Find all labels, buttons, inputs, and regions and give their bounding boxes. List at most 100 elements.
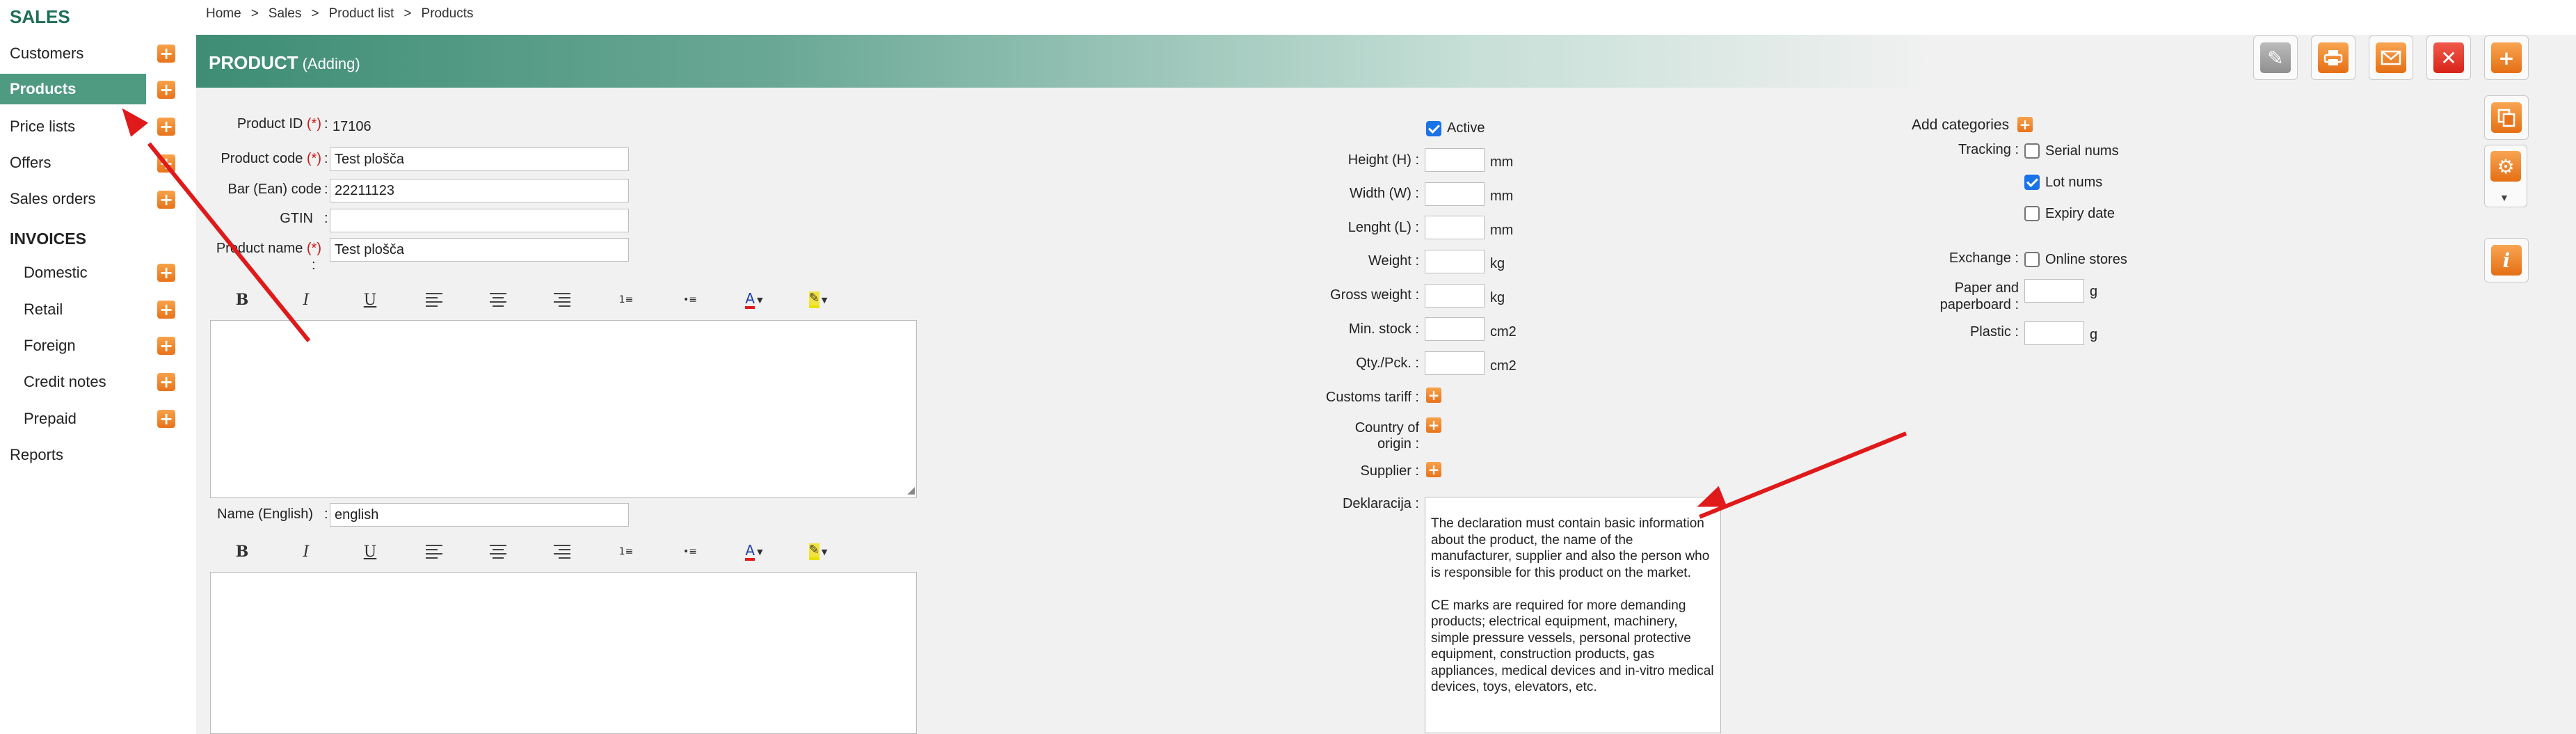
breadcrumb-products[interactable]: Products bbox=[422, 6, 474, 22]
plastic-unit: g bbox=[2090, 327, 2098, 342]
email-button[interactable] bbox=[2369, 35, 2413, 80]
numbered-list-icon[interactable]: 1≡ bbox=[594, 538, 658, 566]
paper-unit: g bbox=[2090, 284, 2098, 299]
copy-button[interactable] bbox=[2484, 95, 2529, 140]
add-foreign-icon[interactable]: + bbox=[157, 337, 175, 355]
align-center-icon[interactable] bbox=[466, 538, 530, 566]
weight-input[interactable] bbox=[1425, 250, 1485, 273]
description-editor-english[interactable] bbox=[210, 572, 917, 734]
product-code-label: Product code (*) bbox=[221, 151, 321, 166]
name-english-label: Name (English) bbox=[217, 506, 313, 522]
qty-pck-input[interactable] bbox=[1425, 351, 1485, 375]
sidebar-item-reports[interactable]: Reports bbox=[0, 440, 146, 470]
supplier-label: Supplier : bbox=[1360, 463, 1420, 479]
declaration-label: Deklaracija : bbox=[1342, 496, 1419, 511]
highlight-color-icon[interactable]: ✎ ▼ bbox=[786, 538, 850, 566]
title-bar bbox=[196, 35, 2513, 88]
envelope-icon bbox=[2376, 42, 2406, 73]
sidebar-item-offers[interactable]: Offers bbox=[0, 147, 146, 178]
ean-input[interactable] bbox=[330, 179, 629, 202]
qty-pck-label: Qty./Pck. : bbox=[1356, 356, 1419, 371]
gross-weight-input[interactable] bbox=[1425, 284, 1485, 308]
text-color-icon[interactable]: A ▼ bbox=[722, 538, 786, 566]
add-credit-note-icon[interactable]: + bbox=[157, 373, 175, 391]
paper-input[interactable] bbox=[2024, 279, 2084, 303]
sidebar-item-prepaid[interactable]: Prepaid bbox=[0, 404, 146, 434]
serial-nums-checkbox[interactable] bbox=[2024, 143, 2040, 159]
align-center-icon[interactable] bbox=[466, 286, 530, 314]
breadcrumb-home[interactable]: Home bbox=[206, 6, 241, 22]
sidebar-item-label: Prepaid bbox=[24, 410, 77, 427]
plastic-input[interactable] bbox=[2024, 321, 2084, 345]
bullet-list-icon[interactable]: •≡ bbox=[658, 286, 722, 314]
edit-button[interactable]: ✎ bbox=[2253, 35, 2298, 80]
sidebar-item-foreign[interactable]: Foreign bbox=[0, 330, 146, 361]
active-checkbox[interactable] bbox=[1426, 121, 1441, 136]
numbered-list-icon[interactable]: 1≡ bbox=[594, 286, 658, 314]
sidebar-item-label: Sales orders bbox=[10, 190, 96, 207]
min-stock-input[interactable] bbox=[1425, 317, 1485, 341]
sidebar-item-retail[interactable]: Retail bbox=[0, 294, 146, 325]
sidebar-item-customers[interactable]: Customers bbox=[0, 38, 146, 69]
height-input[interactable] bbox=[1425, 148, 1485, 172]
length-input[interactable] bbox=[1425, 216, 1485, 239]
lot-nums-label: Lot nums bbox=[2045, 175, 2103, 190]
add-sales-order-icon[interactable]: + bbox=[157, 191, 175, 209]
lot-nums-checkbox[interactable] bbox=[2024, 175, 2040, 190]
add-price-list-icon[interactable]: + bbox=[157, 118, 175, 136]
add-domestic-icon[interactable]: + bbox=[157, 264, 175, 282]
underline-button[interactable]: U bbox=[338, 286, 402, 314]
declaration-textarea[interactable]: The declaration must contain basic infor… bbox=[1425, 497, 1721, 733]
product-id-value: 17106 bbox=[333, 119, 371, 134]
bold-button[interactable]: B bbox=[210, 538, 274, 566]
add-retail-icon[interactable]: + bbox=[157, 301, 175, 319]
info-icon: i bbox=[2491, 245, 2522, 276]
width-input[interactable] bbox=[1425, 182, 1485, 206]
text-color-icon[interactable]: A ▼ bbox=[722, 286, 786, 314]
highlight-color-icon[interactable]: ✎ ▼ bbox=[786, 286, 850, 314]
product-name-input[interactable] bbox=[330, 238, 629, 262]
align-left-icon[interactable] bbox=[402, 538, 466, 566]
close-button[interactable]: ✕ bbox=[2426, 35, 2471, 80]
qty-pck-unit: cm2 bbox=[1490, 358, 1517, 374]
italic-button[interactable]: I bbox=[274, 538, 338, 566]
add-prepaid-icon[interactable]: + bbox=[157, 410, 175, 428]
print-button[interactable] bbox=[2311, 35, 2355, 80]
product-code-input[interactable] bbox=[330, 147, 629, 171]
sidebar-item-products[interactable]: Products bbox=[0, 74, 146, 104]
sidebar-item-domestic[interactable]: Domestic bbox=[0, 257, 146, 288]
add-product-icon[interactable]: + bbox=[157, 81, 175, 99]
plus-icon: + bbox=[2491, 42, 2522, 73]
resize-handle-icon[interactable]: ◢ bbox=[907, 484, 915, 496]
add-categories-icon[interactable]: + bbox=[2017, 117, 2033, 132]
align-right-icon[interactable] bbox=[530, 538, 594, 566]
product-name-label: Product name (*) bbox=[216, 241, 321, 256]
editor-toolbar: B I U 1≡ •≡ A ▼ ✎ ▼ bbox=[210, 284, 906, 316]
add-supplier-icon[interactable]: + bbox=[1426, 462, 1441, 477]
width-unit: mm bbox=[1490, 189, 1514, 204]
chevron-down-icon[interactable]: ▼ bbox=[2499, 192, 2509, 203]
underline-button[interactable]: U bbox=[338, 538, 402, 566]
gross-weight-label: Gross weight : bbox=[1330, 287, 1419, 303]
bullet-list-icon[interactable]: •≡ bbox=[658, 538, 722, 566]
sidebar-item-label: Price lists bbox=[10, 118, 76, 135]
align-left-icon[interactable] bbox=[402, 286, 466, 314]
add-customs-tariff-icon[interactable]: + bbox=[1426, 388, 1441, 403]
add-customer-icon[interactable]: + bbox=[157, 45, 175, 63]
name-english-input[interactable] bbox=[330, 503, 629, 527]
align-right-icon[interactable] bbox=[530, 286, 594, 314]
info-button[interactable]: i bbox=[2484, 238, 2529, 282]
length-label: Lenght (L) : bbox=[1347, 220, 1419, 235]
online-stores-checkbox[interactable] bbox=[2024, 252, 2040, 267]
sidebar-item-sales-orders[interactable]: Sales orders bbox=[0, 184, 146, 214]
description-editor[interactable]: ◢ bbox=[210, 320, 917, 498]
add-button[interactable]: + bbox=[2484, 35, 2529, 80]
gtin-input[interactable] bbox=[330, 209, 629, 232]
sidebar-item-credit-notes[interactable]: Credit notes bbox=[0, 367, 146, 397]
breadcrumb-sales[interactable]: Sales bbox=[269, 6, 302, 22]
weight-unit: kg bbox=[1490, 256, 1505, 271]
breadcrumb-product-list[interactable]: Product list bbox=[328, 6, 394, 22]
sidebar-item-label: Credit notes bbox=[24, 373, 106, 390]
add-country-origin-icon[interactable]: + bbox=[1426, 417, 1441, 433]
expiry-date-checkbox[interactable] bbox=[2024, 206, 2040, 221]
